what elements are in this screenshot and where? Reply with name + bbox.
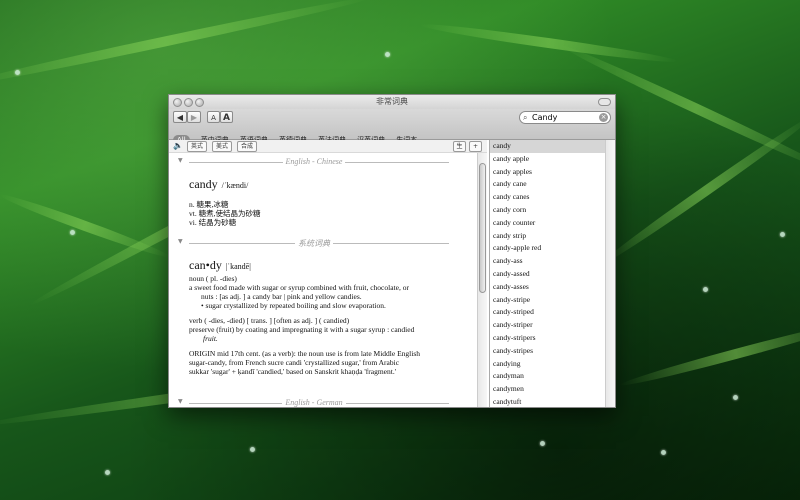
- list-item[interactable]: candy-striper: [490, 319, 606, 332]
- font-smaller-button[interactable]: A: [207, 111, 220, 123]
- list-item[interactable]: candy apples: [490, 166, 606, 179]
- list-item[interactable]: candytuft: [490, 396, 606, 407]
- entry-line: sugar-candy, from French sucre candi 'cr…: [189, 358, 400, 367]
- list-item[interactable]: candyman: [490, 370, 606, 383]
- font-larger-button[interactable]: A: [220, 111, 233, 123]
- pronunciation-toolbar: 🔈 英式 美式 合成: [169, 140, 487, 153]
- list-item[interactable]: candy apple: [490, 153, 606, 166]
- entry-line: a sweet food made with sugar or syrup co…: [189, 283, 409, 292]
- word-list: candy candy apple candy apples candy can…: [489, 140, 606, 407]
- list-item[interactable]: candy-asses: [490, 281, 606, 294]
- window-title: 非常词典: [376, 97, 408, 106]
- list-item[interactable]: candy-stripes: [490, 345, 606, 358]
- entry-line: ORIGIN mid 17th cent. (as a verb): the n…: [189, 349, 420, 358]
- section-header-english-german[interactable]: ▼ English - German: [178, 398, 449, 407]
- title-bar[interactable]: 非常词典: [169, 95, 615, 109]
- entry-line: preserve (fruit) by coating and impregna…: [189, 325, 415, 334]
- list-item[interactable]: candy canes: [490, 191, 606, 204]
- search-icon: ⌕: [523, 113, 528, 122]
- synthesized-pron-button[interactable]: 合成: [237, 141, 258, 152]
- clear-search-icon[interactable]: ×: [599, 113, 608, 122]
- list-item[interactable]: candy-stripe: [490, 294, 606, 307]
- back-button[interactable]: ◀: [173, 111, 187, 123]
- forward-button[interactable]: ▶: [187, 111, 201, 123]
- section-header-system[interactable]: ▼ 系统词典: [178, 238, 449, 248]
- american-pron-button[interactable]: 美式: [212, 141, 233, 152]
- list-item[interactable]: candy-assed: [490, 268, 606, 281]
- search-field[interactable]: ⌕ Candy ×: [519, 111, 611, 124]
- sys-entry: can•dy |ˈkandē| noun ( pl. -dies) a swee…: [189, 256, 457, 376]
- list-item[interactable]: candy-striped: [490, 306, 606, 319]
- list-item[interactable]: candy-stripers: [490, 332, 606, 345]
- section-header-english-chinese[interactable]: ▼ English - Chinese: [178, 157, 449, 167]
- list-item[interactable]: candymen: [490, 383, 606, 396]
- entry-line: noun ( pl. -dies): [189, 274, 237, 283]
- list-item[interactable]: candy strip: [490, 230, 606, 243]
- list-item[interactable]: candy: [490, 140, 606, 153]
- word-list-scrollbar[interactable]: [605, 140, 615, 407]
- entry-line: verb ( -dies, -died) [ trans. ] [often a…: [189, 316, 350, 325]
- sense: vi. 结晶为砂糖: [189, 218, 237, 227]
- list-item[interactable]: candy counter: [490, 217, 606, 230]
- ec-entry: candy /ˈkændi/ n. 糖果,冰糖 vt. 糖煮,使结晶为砂糖 vi…: [189, 175, 457, 227]
- speaker-icon[interactable]: 🔈: [173, 141, 183, 150]
- list-item[interactable]: candy-apple red: [490, 242, 606, 255]
- toolbar: ◀ ▶ A A ⌕ Candy × All 英中词典 英语词典 英德词典 英法词…: [169, 109, 615, 146]
- list-item[interactable]: candy corn: [490, 204, 606, 217]
- entry-line: • sugar crystallized by repeated boiling…: [201, 301, 386, 310]
- pronunciation: /ˈkændi/: [221, 181, 249, 190]
- list-item[interactable]: candy-ass: [490, 255, 606, 268]
- search-input[interactable]: Candy: [532, 113, 557, 122]
- toolbar-toggle-button[interactable]: [598, 98, 611, 106]
- headword: can•dy: [189, 258, 222, 272]
- headword: candy: [189, 177, 218, 191]
- list-item[interactable]: candying: [490, 358, 606, 371]
- sense: vt. 糖煮,使结晶为砂糖: [189, 209, 261, 218]
- pronunciation: |ˈkandē|: [225, 262, 251, 271]
- dictionary-window: 非常词典 ◀ ▶ A A ⌕ Candy × All 英中词典 英语词典 英德词…: [168, 94, 616, 408]
- add-to-vocab-button[interactable]: 生: [453, 141, 466, 152]
- entry-line: sukkar 'sugar' + ḳandī 'candied,' based …: [189, 367, 397, 376]
- scroll-thumb[interactable]: [479, 163, 486, 293]
- side-buttons: 生 +: [453, 140, 487, 152]
- entry-line: fruit.: [203, 334, 218, 343]
- definition-pane: 🔈 英式 美式 合成 ▼ English - Chinese candy /ˈk…: [169, 140, 487, 407]
- british-pron-button[interactable]: 英式: [187, 141, 208, 152]
- dictionary-tabs: All 英中词典 英语词典 英德词典 英法词典 汉英词典 生词本: [173, 127, 423, 146]
- list-item[interactable]: candy cane: [490, 178, 606, 191]
- definition-scrollbar[interactable]: [477, 153, 487, 407]
- sense: n. 糖果,冰糖: [189, 200, 229, 209]
- entry-line: nuts : [as adj. ] a candy bar | pink and…: [201, 292, 362, 301]
- add-button[interactable]: +: [469, 141, 482, 152]
